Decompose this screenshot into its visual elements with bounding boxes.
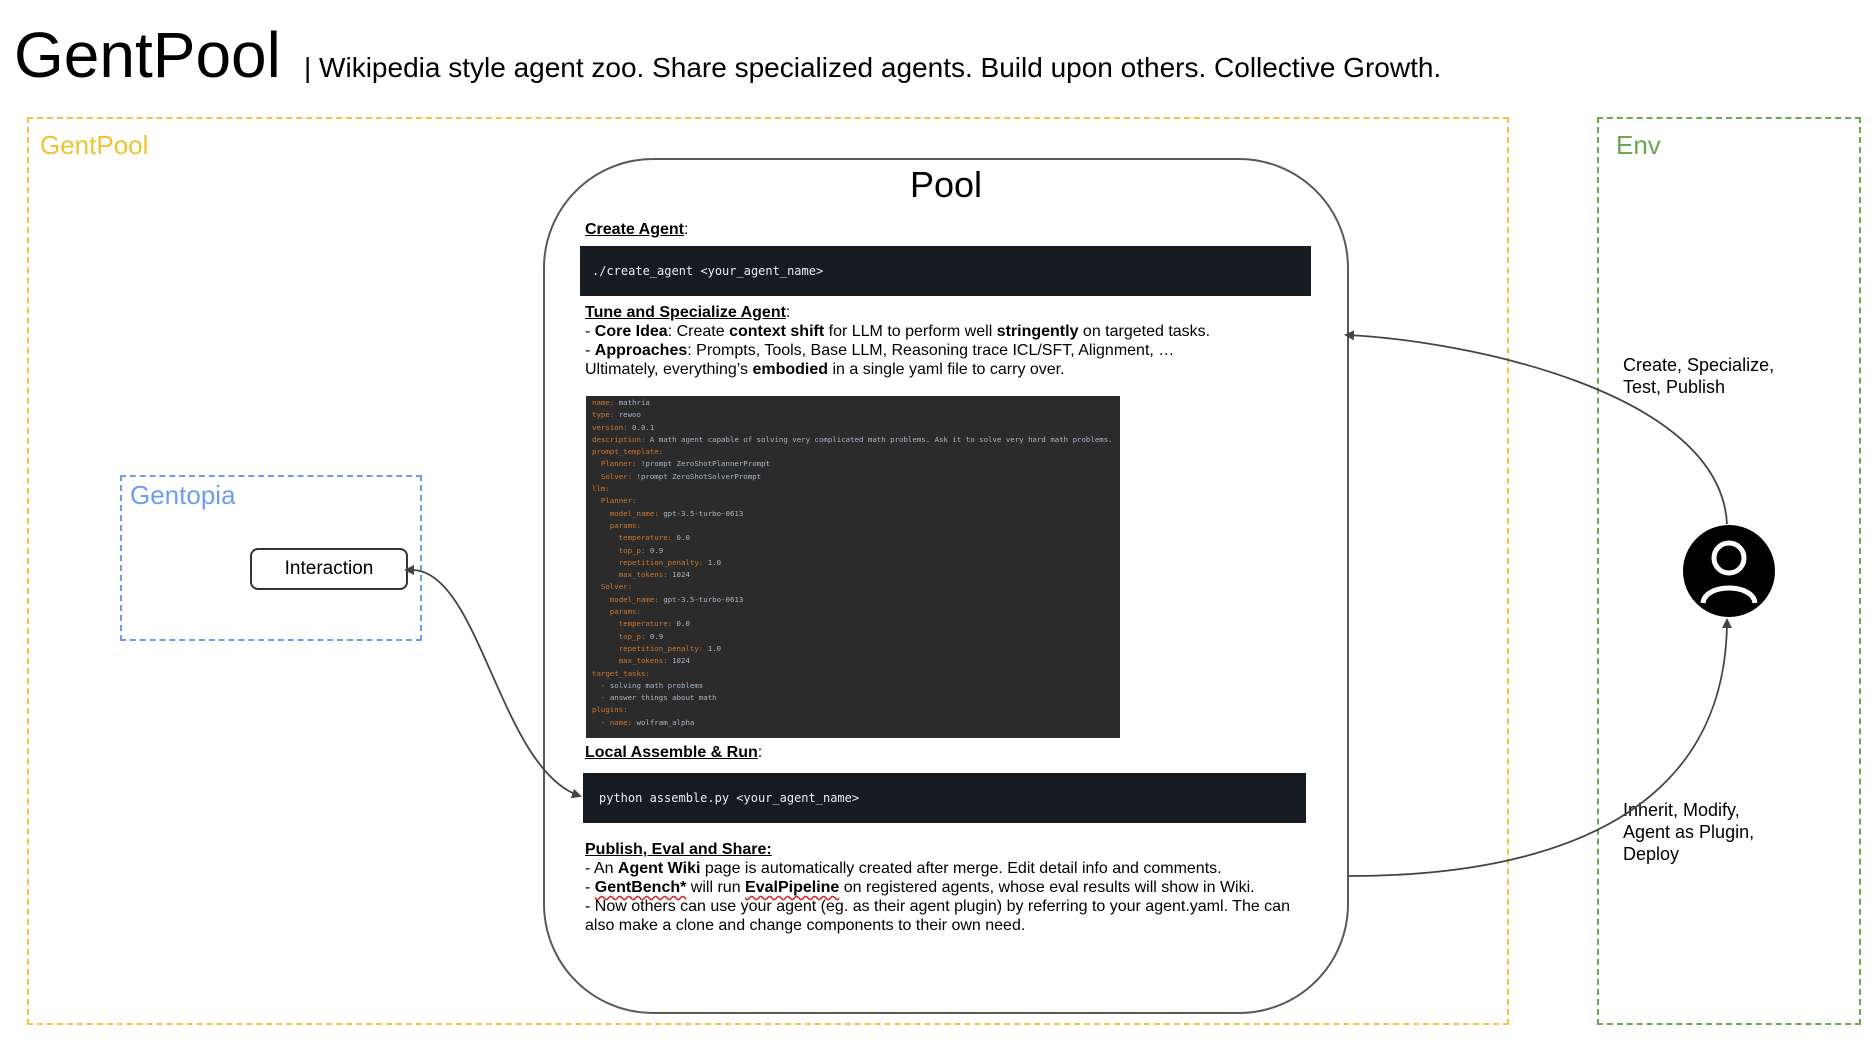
- inherit-deploy-arrow: [1348, 618, 1732, 877]
- connector-arrows: [404, 330, 1732, 877]
- create-publish-arrow: [1344, 330, 1728, 525]
- interaction-connector-arrow: [404, 565, 582, 799]
